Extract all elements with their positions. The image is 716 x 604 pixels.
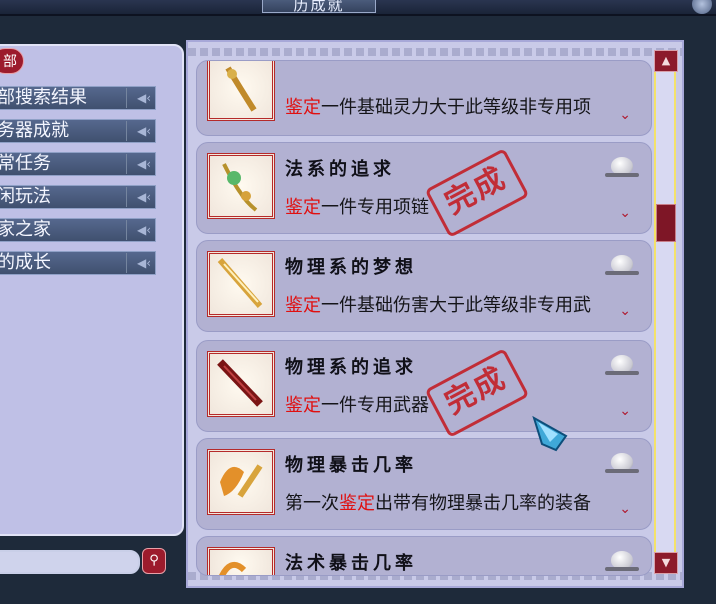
expand-arrow-icon: ◀‹ (126, 253, 151, 273)
list-scrollbar[interactable] (654, 60, 676, 570)
achievement-title: 物理系的追求 (285, 357, 417, 378)
fan-icon (207, 547, 275, 575)
sword-icon (207, 351, 275, 417)
reward-pearl-icon[interactable] (605, 255, 639, 275)
achievement-row[interactable]: 鉴定一件基础灵力大于此等级非专用项 ⌄ (196, 60, 652, 136)
chevron-down-icon[interactable]: ⌄ (619, 303, 631, 319)
necklace-icon (207, 61, 275, 121)
scroll-down-icon[interactable]: ▼ (654, 552, 678, 574)
achievement-row[interactable]: 物理系的梦想 鉴定一件基础伤害大于此等级非专用武 ⌄ (196, 240, 652, 332)
category-panel (0, 44, 184, 536)
expand-arrow-icon: ◀‹ (126, 88, 151, 108)
category-item-leisure[interactable]: 闲玩法 ◀‹ (0, 185, 156, 209)
cursor-gem-icon (532, 415, 568, 452)
expand-arrow-icon: ◀‹ (126, 220, 151, 240)
achievement-title: 法术暴击几率 (285, 553, 417, 574)
category-label: 的成长 (0, 252, 51, 273)
category-label: 常任务 (0, 153, 51, 174)
reward-pearl-icon[interactable] (605, 355, 639, 375)
chevron-down-icon[interactable]: ⌄ (619, 107, 631, 123)
category-item-search-results[interactable]: 部搜索结果 ◀‹ (0, 86, 156, 110)
achievement-row[interactable]: 物理系的追求 鉴定一件专用武器 ⌄ (196, 340, 652, 432)
reward-pearl-icon[interactable] (605, 157, 639, 177)
reward-pearl-icon[interactable] (605, 453, 639, 473)
chevron-down-icon[interactable]: ⌄ (619, 501, 631, 517)
chevron-down-icon[interactable]: ⌄ (619, 205, 631, 221)
scroll-up-icon[interactable]: ▲ (654, 50, 678, 72)
expand-arrow-icon: ◀‹ (126, 154, 151, 174)
sword-icon (207, 251, 275, 317)
frame-ornament-top (188, 48, 682, 56)
category-item-daily[interactable]: 常任务 ◀‹ (0, 152, 156, 176)
category-item-home[interactable]: 家之家 ◀‹ (0, 218, 156, 242)
search-icon[interactable]: ⚲ (142, 548, 166, 574)
achievement-title: 物理系的梦想 (285, 257, 417, 278)
category-label: 闲玩法 (0, 186, 51, 207)
scrollbar-thumb[interactable] (656, 204, 676, 242)
search-row: ⚲ (0, 548, 170, 576)
achievement-title: 法系的追求 (285, 159, 395, 180)
achievement-row[interactable]: 物理暴击几率 第一次鉴定出带有物理暴击几率的装备 ⌄ (196, 438, 652, 530)
reward-pearl-icon[interactable] (605, 551, 639, 571)
achievement-row[interactable]: 法系的追求 鉴定一件专用项链 ⌄ (196, 142, 652, 234)
expand-arrow-icon: ◀‹ (126, 187, 151, 207)
search-input[interactable] (0, 550, 140, 574)
category-item-server[interactable]: 务器成就 ◀‹ (0, 119, 156, 143)
fan-icon (207, 449, 275, 515)
chevron-down-icon[interactable]: ⌄ (619, 403, 631, 419)
window-title: 历成就 (262, 0, 376, 14)
achievement-row[interactable]: 法术暴击几率 (196, 536, 652, 576)
category-label: 部搜索结果 (0, 87, 87, 108)
category-label: 家之家 (0, 219, 51, 240)
category-item-growth[interactable]: 的成长 ◀‹ (0, 251, 156, 275)
necklace-icon (207, 153, 275, 219)
achievement-desc: 鉴定一件基础灵力大于此等级非专用项 (285, 97, 591, 118)
achievement-desc: 鉴定一件基础伤害大于此等级非专用武 (285, 295, 591, 316)
expand-arrow-icon: ◀‹ (126, 121, 151, 141)
category-label: 务器成就 (0, 120, 69, 141)
achievement-desc: 第一次鉴定出带有物理暴击几率的装备 (285, 493, 591, 514)
achievement-title: 物理暴击几率 (285, 455, 417, 476)
